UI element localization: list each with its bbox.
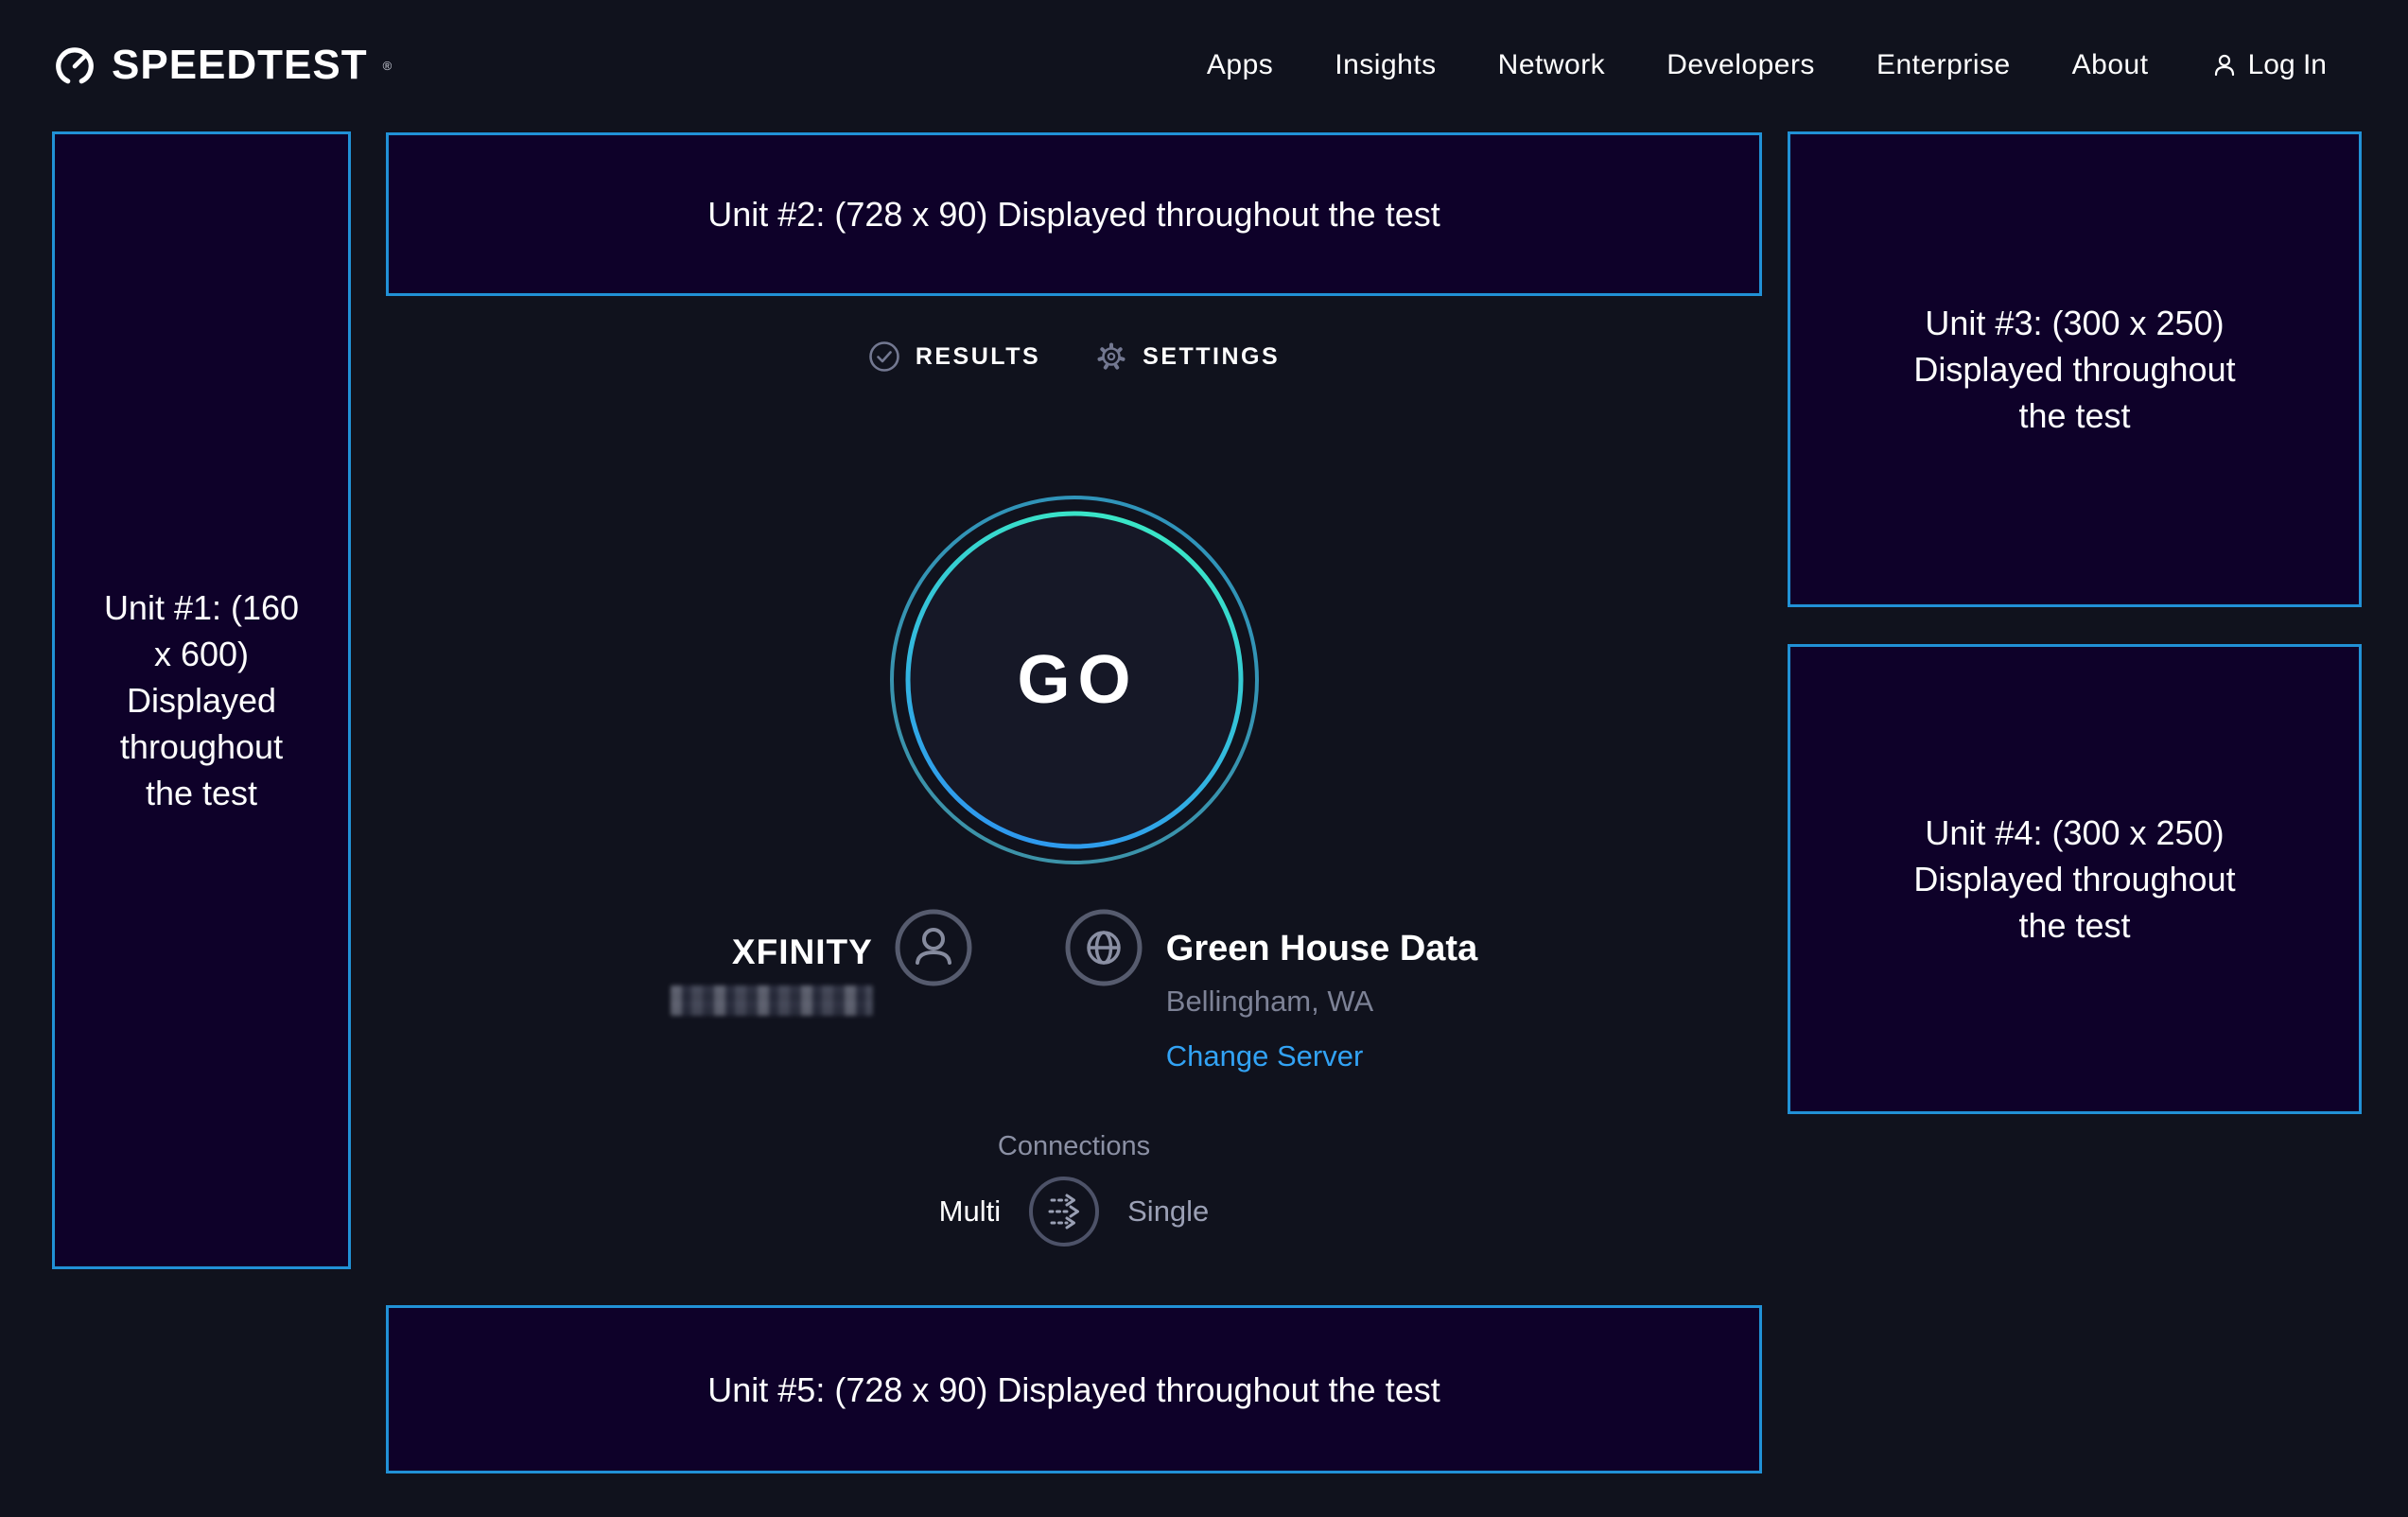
ad-unit-4-text: Unit #4: (300 x 250) Displayed throughou… (1893, 810, 2257, 949)
nav-item-network[interactable]: Network (1498, 49, 1606, 81)
nav-item-enterprise[interactable]: Enterprise (1876, 49, 2011, 81)
logo-wordmark: SPEEDTEST (112, 42, 368, 89)
person-icon (894, 908, 973, 987)
results-tab-label: RESULTS (916, 343, 1040, 371)
settings-tab-label: SETTINGS (1143, 343, 1280, 371)
top-nav-bar: SPEEDTEST ® Apps Insights Network Develop… (0, 0, 2408, 131)
view-tabs: RESULTS SETTINGS (386, 340, 1762, 373)
server-block: Green House Data Bellingham, WA Change S… (1064, 908, 1477, 1073)
speedtest-page: SPEEDTEST ® Apps Insights Network Develop… (0, 0, 2408, 1517)
go-button[interactable]: GO (889, 495, 1260, 865)
check-circle-icon (868, 340, 900, 373)
isp-block: XFINITY (671, 908, 973, 1073)
tab-results[interactable]: RESULTS (868, 340, 1040, 373)
ad-unit-3-text: Unit #3: (300 x 250) Displayed throughou… (1893, 300, 2257, 439)
ad-unit-4: Unit #4: (300 x 250) Displayed throughou… (1788, 644, 2362, 1114)
isp-name: XFINITY (671, 933, 873, 972)
connections-label: Connections (386, 1131, 1762, 1162)
server-location: Bellingham, WA (1166, 985, 1477, 1019)
login-label: Log In (2248, 49, 2327, 81)
connection-mode-toggle[interactable] (1027, 1175, 1101, 1248)
multi-connection-icon (1027, 1175, 1101, 1248)
go-button-area: GO (386, 495, 1762, 865)
ad-unit-5-text: Unit #5: (728 x 90) Displayed throughout… (707, 1367, 1440, 1413)
tab-settings[interactable]: SETTINGS (1095, 340, 1280, 373)
ad-unit-2-text: Unit #2: (728 x 90) Displayed throughout… (707, 191, 1440, 237)
ad-unit-3: Unit #3: (300 x 250) Displayed throughou… (1788, 131, 2362, 607)
main-nav: Apps Insights Network Developers Enterpr… (1207, 49, 2327, 81)
server-name: Green House Data (1166, 929, 1477, 969)
isp-details-redacted (671, 985, 873, 1016)
ad-unit-5: Unit #5: (728 x 90) Displayed throughout… (386, 1305, 1762, 1473)
nav-item-about[interactable]: About (2072, 49, 2149, 81)
connections-row: Multi Single (386, 1175, 1762, 1248)
user-icon (2210, 51, 2239, 79)
ad-unit-1: Unit #1: (160 x 600) Displayed throughou… (52, 131, 351, 1269)
nav-item-apps[interactable]: Apps (1207, 49, 1273, 81)
ad-unit-2: Unit #2: (728 x 90) Displayed throughout… (386, 132, 1762, 296)
gauge-icon (53, 44, 96, 87)
speedtest-logo[interactable]: SPEEDTEST ® (53, 42, 392, 89)
nav-item-insights[interactable]: Insights (1335, 49, 1436, 81)
trademark-symbol: ® (383, 59, 393, 73)
gear-icon (1095, 340, 1127, 373)
login-button[interactable]: Log In (2210, 49, 2327, 81)
change-server-link[interactable]: Change Server (1166, 1039, 1364, 1073)
globe-icon (1064, 908, 1143, 987)
connection-info: XFINITY Green House Data Bellingham, WA … (386, 908, 1762, 1073)
connections-multi-option[interactable]: Multi (939, 1194, 1001, 1229)
go-label: GO (1017, 641, 1138, 719)
connections-single-option[interactable]: Single (1127, 1194, 1209, 1229)
nav-item-developers[interactable]: Developers (1666, 49, 1815, 81)
ad-unit-1-text: Unit #1: (160 x 600) Displayed throughou… (101, 584, 302, 816)
